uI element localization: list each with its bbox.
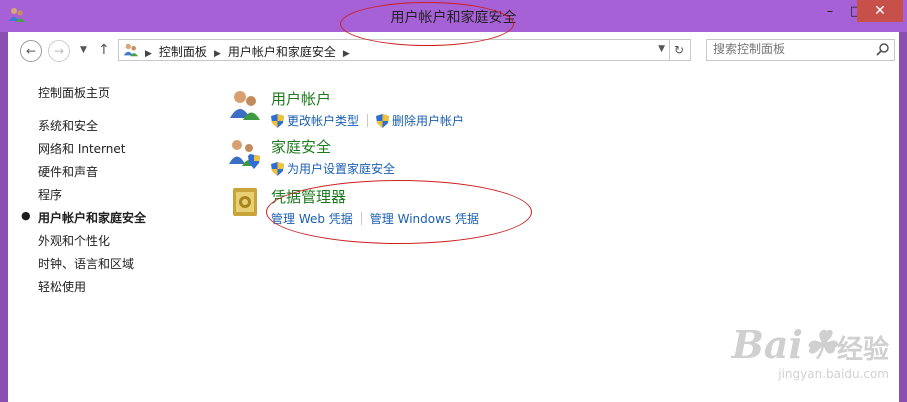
sidebar-item-user-accounts[interactable]: 用户帐户和家庭安全 [38,209,146,226]
control-panel-users-icon [123,43,139,57]
delete-user-account-label: 删除用户帐户 [392,114,465,128]
sidebar-item-network[interactable]: 网络和 Internet [38,140,125,157]
users-icon [230,91,260,120]
search-icon[interactable] [876,42,890,56]
link-divider [367,114,369,127]
uac-shield-icon [376,114,390,128]
sidebar-item-system-security[interactable]: 系统和安全 [38,117,98,134]
sidebar-item-appearance[interactable]: 外观和个性化 [38,232,110,249]
delete-user-account-link[interactable]: 删除用户帐户 [376,114,464,128]
sidebar-item-home[interactable]: 控制面板主页 [38,84,110,101]
chevron-down-icon[interactable]: ▼ [80,45,87,55]
sidebar-item-programs[interactable]: 程序 [38,186,62,203]
watermark-brand: Bai [731,322,803,367]
sidebar-item-hardware[interactable]: 硬件和声音 [38,163,98,180]
breadcrumb-user-accounts[interactable]: 用户帐户和家庭安全 [228,45,336,59]
close-button[interactable]: ✕ [857,0,903,22]
change-account-type-label: 更改帐户类型 [287,114,360,128]
breadcrumb-separator-icon[interactable]: ▶ [145,49,152,59]
active-bullet-icon: ● [21,209,31,222]
search-box[interactable] [706,39,895,61]
window-title: 用户帐户和家庭安全 [390,10,517,26]
family-safety-icon [229,140,260,169]
category-title-family-safety[interactable]: 家庭安全 [271,136,331,157]
breadcrumb-separator-icon[interactable]: ▶ [343,49,350,59]
category-title-credential-manager[interactable]: 凭据管理器 [271,186,346,207]
sidebar-item-clock-language[interactable]: 时钟、语言和区域 [38,255,134,272]
address-history-dropdown-icon[interactable]: ▼ [658,44,665,54]
manage-web-credentials-link[interactable]: 管理 Web 凭据 [271,212,353,226]
breadcrumb: ▶ 控制面板 ▶ 用户帐户和家庭安全 ▶ [145,43,357,60]
title-bar: 用户帐户和家庭安全 – □ ✕ [0,0,907,32]
refresh-icon[interactable]: ↻ [668,39,691,61]
breadcrumb-separator-icon[interactable]: ▶ [214,49,221,59]
search-input[interactable] [707,40,863,58]
breadcrumb-control-panel[interactable]: 控制面板 [159,45,207,59]
uac-shield-icon [271,162,284,176]
watermark-brand-cn: 经验 [836,335,889,365]
back-arrow-icon[interactable]: ← [20,40,42,62]
credential-vault-icon [233,188,257,216]
up-arrow-icon[interactable]: ↑ [98,42,110,58]
manage-windows-credentials-link[interactable]: 管理 Windows 凭据 [370,212,479,226]
sidebar-item-ease-of-access[interactable]: 轻松使用 [38,278,86,295]
paw-icon: ☘ [802,322,837,367]
watermark-url: jingyan.baidu.com [778,367,889,381]
set-family-safety-link[interactable]: 为用户设置家庭安全 [271,162,395,176]
baidu-watermark: Bai☘经验 jingyan.baidu.com [732,322,889,381]
forward-arrow-icon[interactable]: → [48,40,70,62]
minimize-button[interactable]: – [817,2,843,22]
link-divider [360,212,362,225]
change-account-type-link[interactable]: 更改帐户类型 [271,114,359,128]
set-family-safety-label: 为用户设置家庭安全 [287,162,396,176]
category-title-user-accounts[interactable]: 用户帐户 [271,88,331,109]
address-bar[interactable]: ▶ 控制面板 ▶ 用户帐户和家庭安全 ▶ ▼ [118,39,670,61]
uac-shield-icon [271,114,284,128]
control-panel-window: ← → ▼ ↑ ▶ 控制面板 ▶ 用户帐户和家庭安全 ▶ ▼ ↻ 控制面板主页 系统和安… [8,32,899,402]
